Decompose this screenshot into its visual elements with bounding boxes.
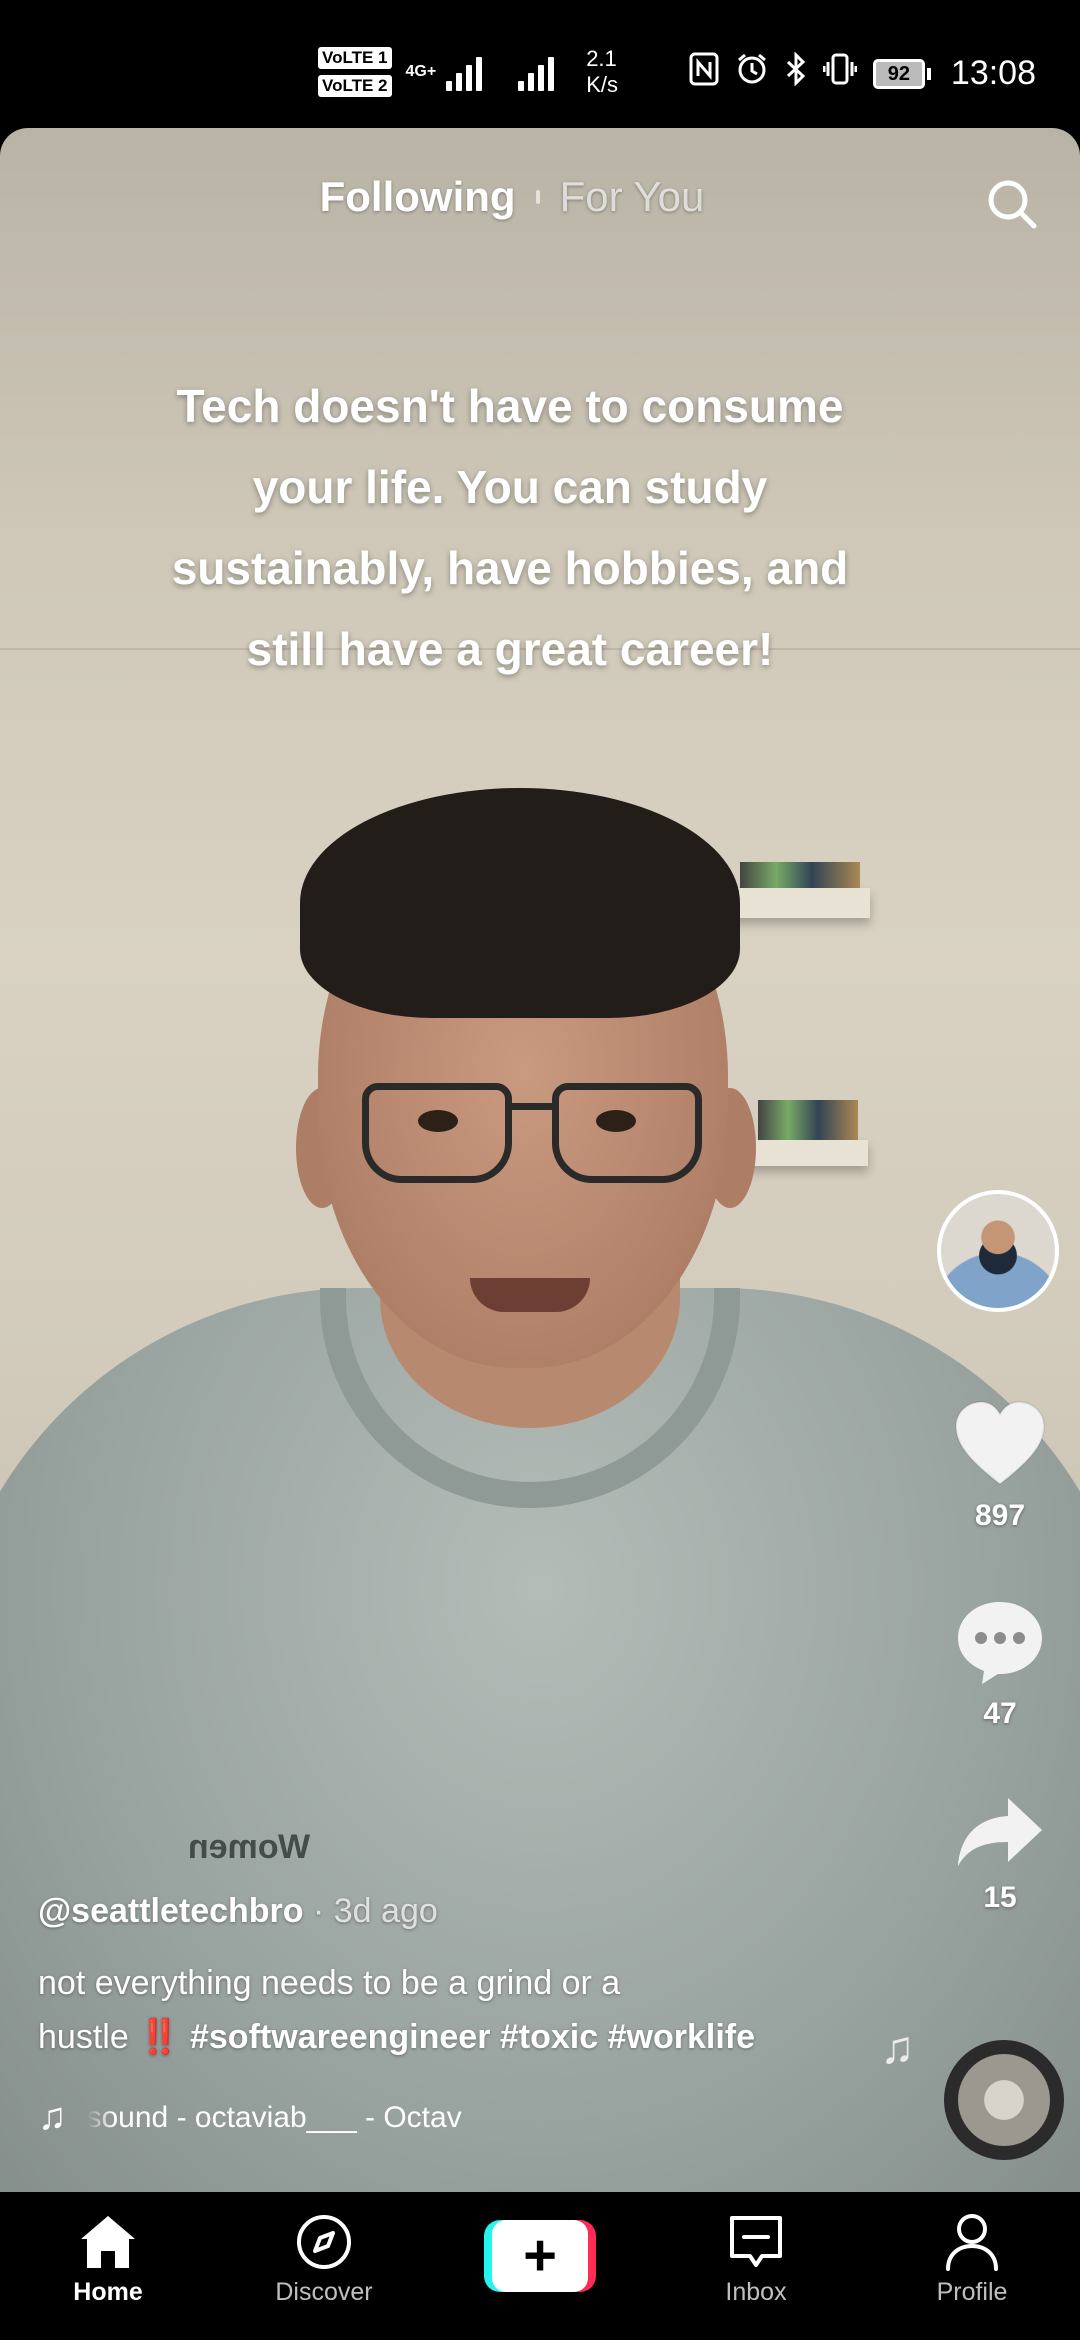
comment-icon [958,1602,1042,1684]
caption-line-4: still have a great career! [246,623,774,675]
nav-home[interactable]: Home [28,2210,188,2307]
hashtag-worklife[interactable]: #worklife [608,2018,755,2056]
tab-divider [535,190,540,204]
author-handle[interactable]: @seattletechbro [38,1892,304,1930]
share-count: 15 [983,1881,1017,1914]
desc-line-1: not everything needs to be a grind or a [38,1964,621,2002]
glasses-right-lens [552,1083,702,1183]
nav-profile[interactable]: Profile [892,2210,1052,2307]
heart-icon [954,1400,1046,1486]
nav-discover[interactable]: Discover [244,2210,404,2307]
signal-1-icon [446,53,483,91]
volte-1-badge: VoLTE 1 [318,47,392,69]
hashtag-softwareengineer[interactable]: #softwareengineer [190,2018,490,2056]
person-hair [300,788,740,1018]
person-icon [946,2214,998,2271]
alarm-icon [735,52,769,95]
tab-following[interactable]: Following [320,173,516,221]
wall-shelf-bottom [748,1100,868,1166]
plus-icon: + [492,2220,588,2292]
caption-line-2: your life. You can study [252,461,768,513]
double-exclamation-emoji: ‼️ [138,2018,181,2056]
sound-disc-cover [958,2054,1050,2146]
nav-discover-label: Discover [275,2278,373,2306]
volte-2-badge: VoLTE 2 [318,75,392,97]
post-time: · 3d ago [303,1892,438,1930]
clock: 13:08 [950,54,1036,92]
status-right: 92 13:08 [689,51,1036,95]
shirt-print: Women [188,1828,310,1867]
feed-tabs: Following For You [0,173,1080,221]
signal-2-icon [518,53,555,91]
post-description[interactable]: not everything needs to be a grind or a … [38,1956,838,2064]
shirt-print-text: Women [188,1828,311,1866]
eye-left [418,1110,458,1132]
nfc-icon [689,52,719,95]
nav-home-label: Home [73,2278,143,2306]
sound-disc[interactable] [944,2040,1064,2160]
desc-hustle: hustle [38,2018,129,2056]
status-bar: VoLTE 1 VoLTE 2 4G+ 2.1 K/s 92 13:08 [0,0,1080,128]
search-icon [988,180,1037,229]
comment-count: 47 [983,1697,1017,1730]
glasses-left-lens [362,1083,512,1183]
share-button[interactable]: 15 [950,1794,1050,1915]
network-speed: 2.1 K/s [586,46,618,98]
create-button[interactable]: + [484,2220,596,2292]
eye-right [596,1110,636,1132]
comment-button[interactable]: 47 [950,1598,1050,1731]
volte-badges: VoLTE 1 VoLTE 2 [318,47,392,97]
caption-line-1: Tech doesn't have to consume [176,380,844,432]
home-icon [81,2216,135,2268]
wall-shelf-top [730,862,870,918]
music-note-icon: ♫ [880,2021,915,2073]
tab-for-you[interactable]: For You [560,173,705,221]
like-button[interactable]: 897 [950,1400,1050,1533]
post-author-line: @seattletechbro · 3d ago [38,1892,438,1931]
speed-unit: K/s [586,72,618,97]
inbox-icon [730,2216,782,2267]
nav-profile-label: Profile [936,2278,1008,2306]
nav-inbox[interactable]: Inbox [676,2210,836,2307]
caption-line-3: sustainably, have hobbies, and [171,542,849,594]
hashtag-toxic[interactable]: #toxic [500,2018,598,2056]
network-type: 4G+ [405,63,437,80]
speed-value: 2.1 [586,46,617,71]
vibrate-icon [822,52,858,95]
sound-title: sound - octaviab___ - Octav [86,2100,462,2134]
status-left: VoLTE 1 VoLTE 2 4G+ 2.1 K/s [318,46,618,98]
creator-avatar[interactable] [937,1190,1059,1312]
bottom-nav: Home Discover + Inbox Profile [0,2192,1080,2340]
video-caption-overlay: Tech doesn't have to consume your life. … [130,366,890,690]
battery-level: 92 [872,58,925,89]
sound-row[interactable]: ♫ sound - octaviab___ - Octav [38,2096,537,2139]
search-button[interactable] [984,176,1040,232]
battery-icon: 92 [872,58,931,89]
share-arrow-icon [958,1798,1042,1866]
desc-line-2: hustle ‼️ #softwareengineer #toxic #work… [38,2010,838,2064]
music-icon: ♫ [38,2096,67,2138]
compass-icon [297,2215,351,2269]
bluetooth-icon [785,51,807,95]
glasses-bridge [512,1103,552,1110]
person-mouth [470,1278,590,1312]
nav-inbox-label: Inbox [725,2278,787,2306]
like-count: 897 [974,1499,1026,1532]
